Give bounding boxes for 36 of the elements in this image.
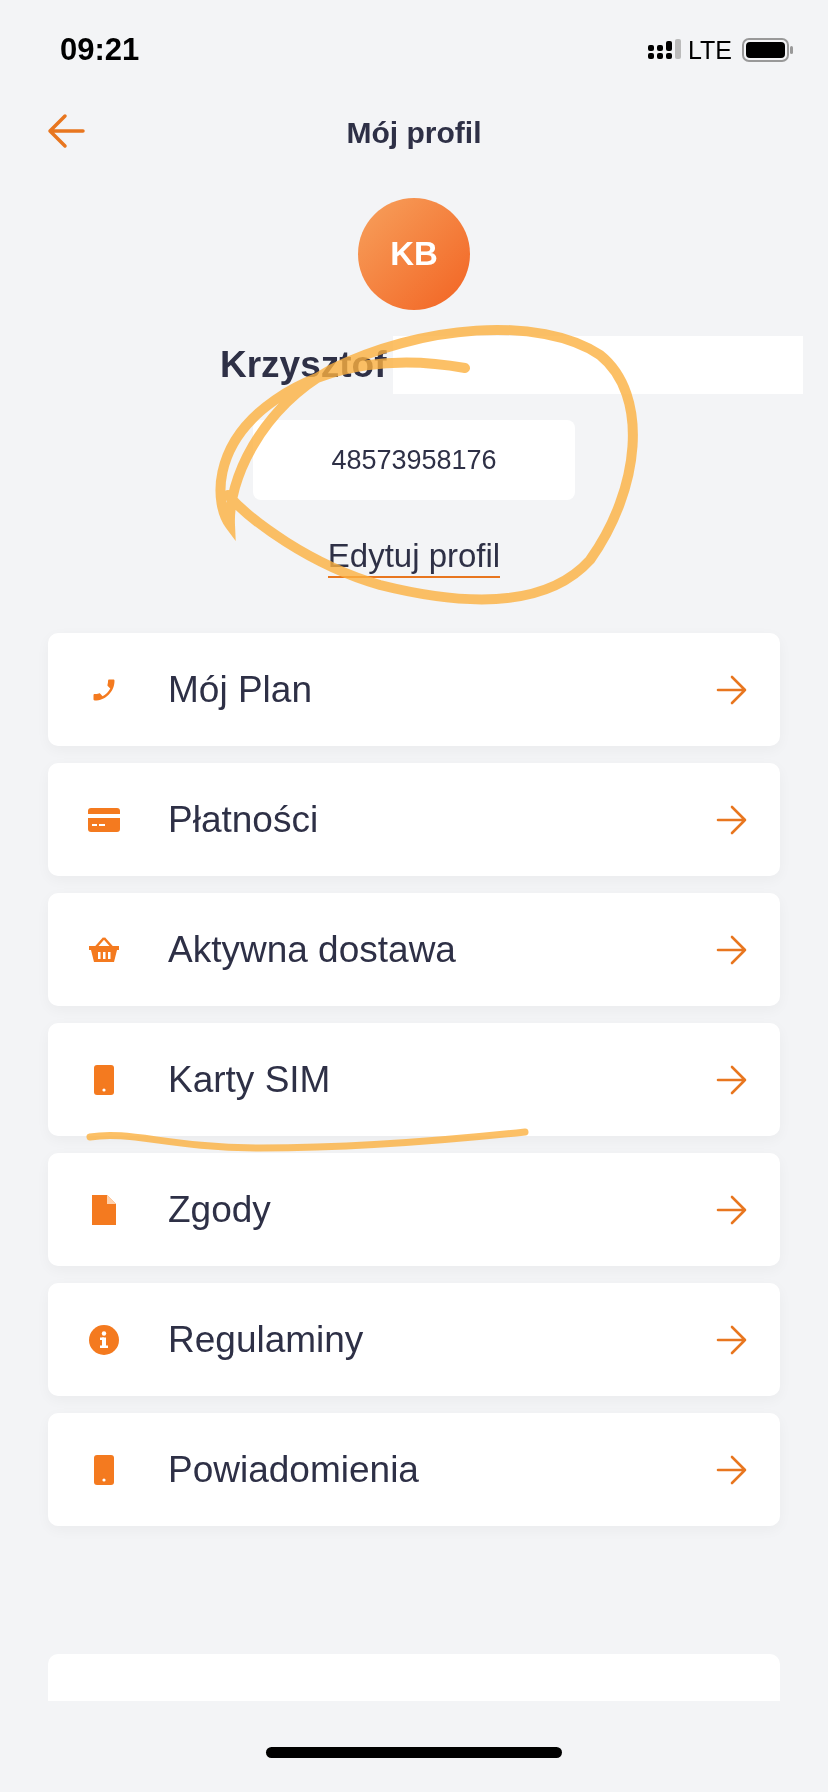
- avatar: KB: [358, 198, 470, 310]
- menu-label: Płatności: [168, 798, 320, 841]
- menu-label: Powiadomienia: [168, 1448, 420, 1491]
- arrow-right-icon: [716, 1064, 748, 1095]
- menu-item[interactable]: Aktywna dostawa: [48, 893, 780, 1007]
- arrow-right-icon: [716, 674, 748, 705]
- menu-item[interactable]: Powiadomienia: [48, 1413, 780, 1527]
- menu-item[interactable]: Płatności: [48, 763, 780, 877]
- menu-item[interactable]: Karty SIM: [48, 1023, 780, 1137]
- arrow-right-icon: [716, 1454, 748, 1485]
- basket-icon: [88, 936, 120, 963]
- signal-icon: [648, 39, 682, 61]
- menu-label: Karty SIM: [168, 1058, 332, 1101]
- info-icon: [89, 1324, 119, 1355]
- arrow-right-icon: [716, 934, 748, 965]
- edit-profile-link[interactable]: Edytuj profil: [327, 538, 501, 579]
- menu-item[interactable]: Mój Plan: [48, 633, 780, 747]
- menu-item[interactable]: Zgody: [48, 1153, 780, 1267]
- back-arrow-icon[interactable]: [47, 113, 85, 149]
- menu-label: Aktywna dostawa: [168, 928, 457, 971]
- menu-label: Mój Plan: [168, 668, 313, 711]
- document-icon: [92, 1194, 116, 1225]
- network-label: LTE: [688, 35, 732, 65]
- mobile-phone-icon: [94, 1454, 114, 1485]
- menu-label: Zgody: [168, 1188, 272, 1231]
- arrow-right-icon: [716, 804, 748, 835]
- menu-label: Regulaminy: [168, 1318, 365, 1361]
- screen-title: Mój profil: [346, 116, 482, 150]
- phone-number-field: 48573958176: [253, 420, 575, 500]
- arrow-right-icon: [716, 1194, 748, 1225]
- credit-card-icon: [88, 807, 120, 832]
- arrow-right-icon: [716, 1324, 748, 1355]
- battery-icon: [742, 38, 794, 62]
- status-time: 09:21: [60, 32, 140, 68]
- menu-item[interactable]: Regulaminy: [48, 1283, 780, 1397]
- mobile-phone-icon: [94, 1064, 114, 1095]
